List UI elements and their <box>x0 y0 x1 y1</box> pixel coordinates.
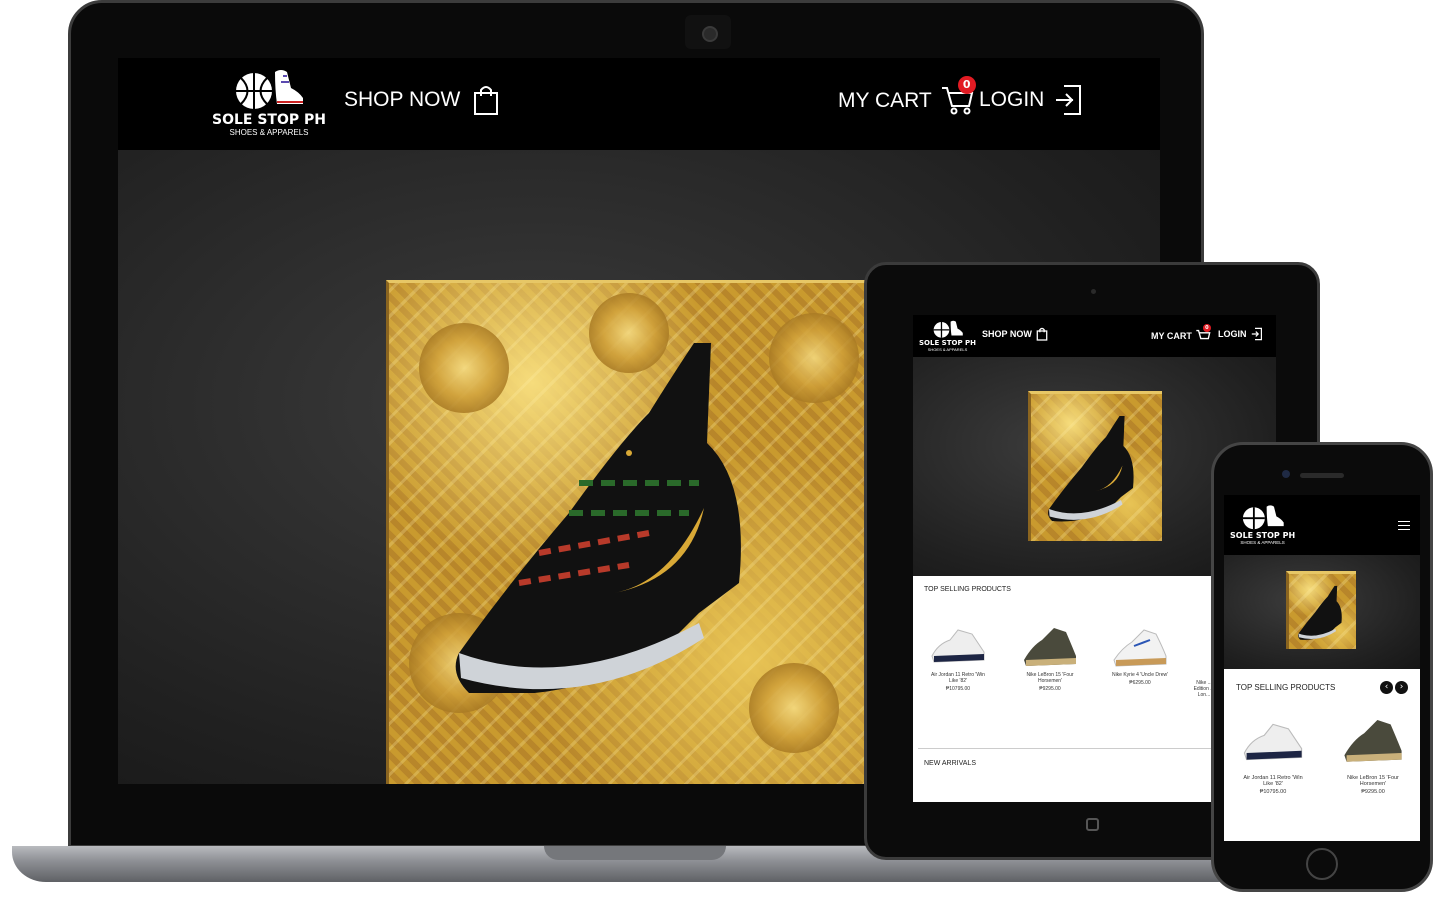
sneaker-image <box>1048 416 1134 522</box>
basketball-sneaker-logo-icon <box>933 320 963 338</box>
hamburger-menu-icon[interactable] <box>1398 521 1410 530</box>
product-card[interactable]: Air Jordan 11 Retro 'Win Like '82' ₱1079… <box>1228 719 1318 795</box>
phone-frame: SOLE STOP PH SHOES & APPARELS TOP SELLIN… <box>1211 442 1433 892</box>
product-image <box>1113 629 1167 667</box>
basketball-sneaker-logo-icon <box>1242 505 1284 530</box>
product-name: Air Jordan 11 Retro 'Win Like '82' <box>1243 775 1303 787</box>
shopping-bag-icon <box>1036 327 1048 341</box>
cart-count-badge: 0 <box>1202 324 1211 332</box>
product-price: ₱10795.00 <box>945 686 971 692</box>
my-cart-label: MY CART <box>1151 331 1192 341</box>
product-image <box>931 629 985 663</box>
chevron-left-icon[interactable]: ‹ <box>1380 681 1393 694</box>
product-name: Nike LeBron 15 'Four Horsemen' <box>1026 672 1074 684</box>
desktop-logo[interactable]: SOLE STOP PH SHOES & APPARELS <box>212 66 326 137</box>
product-name: Nike LeBron 15 'Four Horsemen' <box>1347 775 1399 787</box>
product-card[interactable]: Nike LeBron 15 'Four Horsemen' ₱9295.00 <box>1009 626 1091 692</box>
shop-now-label: SHOP NOW <box>982 329 1032 339</box>
top-selling-title: TOP SELLING PRODUCTS <box>924 586 1011 593</box>
product-image <box>1243 723 1303 761</box>
product-name: Air Jordan 11 Retro 'Win Like '82' <box>931 672 985 684</box>
login-arrow-icon <box>1251 327 1262 341</box>
hero-product-image[interactable] <box>1286 571 1356 649</box>
phone-screen: SOLE STOP PH SHOES & APPARELS TOP SELLIN… <box>1224 495 1420 841</box>
sneaker-image <box>1298 585 1342 640</box>
product-card[interactable]: Air Jordan 11 Retro 'Win Like '82' ₱1079… <box>917 626 999 692</box>
product-card[interactable]: Nike LeBron 15 'Four Horsemen' ₱9295.00 <box>1328 717 1418 795</box>
tablet-home-button[interactable] <box>1086 818 1099 831</box>
login-link[interactable]: LOGIN <box>1218 327 1263 341</box>
brand-tagline: SHOES & APPARELS <box>229 128 309 137</box>
laptop-camera <box>685 15 731 49</box>
phone-camera <box>1282 470 1290 478</box>
tablet-navbar: SOLE STOP PH SHOES & APPARELS SHOP NOW M… <box>913 315 1276 357</box>
product-price: ₱9295.00 <box>1039 686 1061 692</box>
shop-now-label: SHOP NOW <box>344 88 461 111</box>
basketball-sneaker-logo-icon <box>236 70 303 109</box>
login-arrow-icon <box>1056 85 1082 115</box>
new-arrivals-title: NEW ARRIVALS <box>924 760 976 767</box>
tablet-camera <box>1091 289 1096 294</box>
brand-tagline: SHOES & APPARELS <box>927 347 968 352</box>
phone-home-button[interactable] <box>1306 848 1338 880</box>
phone-logo[interactable]: SOLE STOP PH SHOES & APPARELS <box>1230 503 1295 545</box>
hero-product-image[interactable] <box>1028 391 1162 541</box>
login-link[interactable]: LOGIN <box>979 84 1084 116</box>
phone-speaker <box>1300 473 1344 478</box>
shop-now-link[interactable]: SHOP NOW <box>344 84 500 116</box>
shopping-bag-icon <box>474 86 499 115</box>
desktop-navbar: SOLE STOP PH SHOES & APPARELS SHOP NOW M… <box>118 58 1160 150</box>
login-label: LOGIN <box>979 88 1045 111</box>
product-name: Nike Kyrie 4 'Uncle Drew' <box>1111 672 1169 678</box>
hero-product-image[interactable] <box>386 280 866 784</box>
laptop-notch <box>544 846 726 860</box>
brand-tagline: SHOES & APPARELS <box>1240 540 1285 545</box>
product-image <box>1344 720 1402 762</box>
my-cart-label: MY CART <box>838 89 932 112</box>
my-cart-link[interactable]: MY CART 0 <box>838 76 976 122</box>
phone-hero-banner <box>1224 555 1420 669</box>
product-price: ₱6295.00 <box>1129 680 1151 686</box>
cart-count-badge: 0 <box>957 76 976 94</box>
brand-name: SOLE STOP PH <box>1230 531 1296 540</box>
product-price: ₱10795.00 <box>1259 789 1287 795</box>
product-image <box>1024 628 1076 666</box>
login-label: LOGIN <box>1218 329 1247 339</box>
product-card[interactable]: Nike Kyrie 4 'Uncle Drew' ₱6295.00 <box>1099 626 1181 686</box>
shop-now-link[interactable]: SHOP NOW <box>982 327 1048 341</box>
product-price: ₱9295.00 <box>1361 789 1385 795</box>
phone-navbar: SOLE STOP PH SHOES & APPARELS <box>1224 495 1420 555</box>
brand-name: SOLE STOP PH <box>919 339 976 347</box>
top-selling-title: TOP SELLING PRODUCTS <box>1236 683 1336 692</box>
sneaker-image <box>455 343 741 693</box>
tablet-logo[interactable]: SOLE STOP PH SHOES & APPARELS <box>919 319 976 352</box>
phone-products-section: TOP SELLING PRODUCTS ‹ › Air Jordan 11 R… <box>1224 669 1420 841</box>
brand-name: SOLE STOP PH <box>212 112 326 128</box>
chevron-right-icon[interactable]: › <box>1395 681 1408 694</box>
cart-icon-wrap: 0 <box>940 76 976 122</box>
cart-icon-wrap: 0 <box>1195 324 1211 345</box>
my-cart-link[interactable]: MY CART 0 <box>1151 324 1211 345</box>
